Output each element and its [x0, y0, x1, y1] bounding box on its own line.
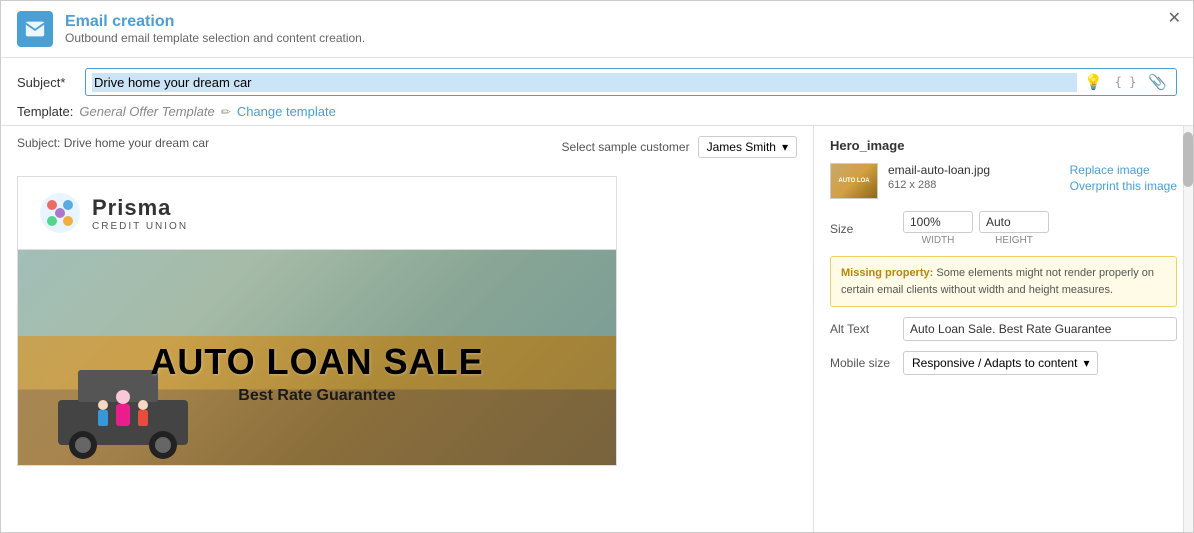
hero-title: AUTO LOAN SALE	[150, 341, 483, 383]
chevron-down-icon: ▾	[1083, 356, 1089, 370]
prisma-logo-icon	[38, 191, 82, 235]
size-label: Size	[830, 222, 895, 236]
height-label: HEIGHT	[995, 235, 1033, 246]
close-button[interactable]: ✕	[1168, 11, 1181, 27]
warning-strong: Missing property:	[841, 267, 933, 279]
height-input-group: HEIGHT	[979, 211, 1049, 246]
dialog-title: Email creation	[65, 13, 365, 31]
hero-subtitle: Best Rate Guarantee	[150, 387, 483, 405]
width-input-group: WIDTH	[903, 211, 973, 246]
template-label: Template:	[17, 104, 73, 119]
chevron-down-icon: ▾	[782, 140, 788, 154]
size-row: Size WIDTH HEIGHT	[830, 211, 1177, 246]
template-name: General Offer Template	[79, 104, 214, 119]
mobile-size-row: Mobile size Responsive / Adapts to conte…	[830, 351, 1177, 375]
sample-customer-value: James Smith	[707, 140, 776, 154]
warning-box: Missing property: Some elements might no…	[830, 256, 1177, 307]
email-card: Prisma CREDIT UNION	[17, 176, 617, 466]
right-panel: Hero_image AUTO LOA email-auto-loan.jpg …	[813, 126, 1193, 532]
width-input[interactable]	[903, 211, 973, 233]
dialog-title-block: Email creation Outbound email template s…	[65, 13, 365, 45]
subject-input[interactable]	[92, 73, 1077, 92]
sample-customer-row: Select sample customer James Smith ▾	[562, 136, 797, 158]
sample-customer-label: Select sample customer	[562, 140, 690, 154]
subject-input-wrapper: 💡 { } 📎	[85, 68, 1177, 96]
hero-image-block: AUTO LOA email-auto-loan.jpg 612 x 288 R…	[830, 163, 1177, 199]
overprint-image-link[interactable]: Overprint this image	[1070, 179, 1177, 193]
alt-text-input[interactable]	[903, 317, 1177, 341]
dialog-header: Email creation Outbound email template s…	[1, 1, 1193, 58]
height-input[interactable]	[979, 211, 1049, 233]
bulb-button[interactable]: 💡	[1081, 72, 1106, 92]
preview-subject-line: Subject: Drive home your dream car	[17, 136, 209, 150]
subject-label: Subject*	[17, 75, 77, 90]
logo-text-block: Prisma CREDIT UNION	[92, 195, 188, 232]
dialog-subtitle: Outbound email template selection and co…	[65, 31, 365, 45]
mobile-size-label: Mobile size	[830, 356, 895, 370]
main-content: Subject: Drive home your dream car Selec…	[1, 126, 1193, 532]
hero-thumbnail: AUTO LOA	[830, 163, 878, 199]
sample-customer-select[interactable]: James Smith ▾	[698, 136, 797, 158]
email-logo-section: Prisma CREDIT UNION	[18, 177, 616, 250]
hero-text-overlay: AUTO LOAN SALE Best Rate Guarantee	[150, 311, 483, 405]
hero-image-info: email-auto-loan.jpg 612 x 288	[888, 163, 990, 191]
code-button[interactable]: { }	[1112, 74, 1140, 90]
edit-pencil-icon: ✏	[221, 105, 231, 119]
logo-sub: CREDIT UNION	[92, 221, 188, 232]
attachment-button[interactable]: 📎	[1145, 72, 1170, 92]
mobile-size-value: Responsive / Adapts to content	[912, 356, 1077, 370]
replace-image-link[interactable]: Replace image	[1070, 163, 1177, 177]
hero-image-actions: Replace image Overprint this image	[1070, 163, 1177, 193]
scrollbar[interactable]	[1183, 126, 1193, 532]
panel-section-title: Hero_image	[830, 138, 1177, 153]
hero-image-size: 612 x 288	[888, 179, 990, 191]
hero-image-name: email-auto-loan.jpg	[888, 163, 990, 177]
email-preview-area: Subject: Drive home your dream car Selec…	[1, 126, 813, 532]
scrollbar-thumb	[1183, 132, 1193, 187]
change-template-link[interactable]: Change template	[237, 104, 336, 119]
size-inputs: WIDTH HEIGHT	[903, 211, 1049, 246]
mobile-size-select[interactable]: Responsive / Adapts to content ▾	[903, 351, 1098, 375]
logo-name: Prisma	[92, 195, 188, 221]
width-label: WIDTH	[922, 235, 955, 246]
preview-top-row: Subject: Drive home your dream car Selec…	[17, 136, 797, 168]
form-section: Subject* 💡 { } 📎 Template: General Offer…	[1, 58, 1193, 126]
subject-row: Subject* 💡 { } 📎	[17, 68, 1177, 96]
alt-text-label: Alt Text	[830, 322, 895, 336]
email-hero: AUTO LOAN SALE Best Rate Guarantee	[18, 250, 616, 465]
dialog-icon	[17, 11, 53, 47]
template-row: Template: General Offer Template ✏ Chang…	[17, 104, 1177, 119]
alt-text-row: Alt Text	[830, 317, 1177, 341]
subject-icons: 💡 { } 📎	[1081, 72, 1170, 92]
email-creation-dialog: Email creation Outbound email template s…	[0, 0, 1194, 533]
